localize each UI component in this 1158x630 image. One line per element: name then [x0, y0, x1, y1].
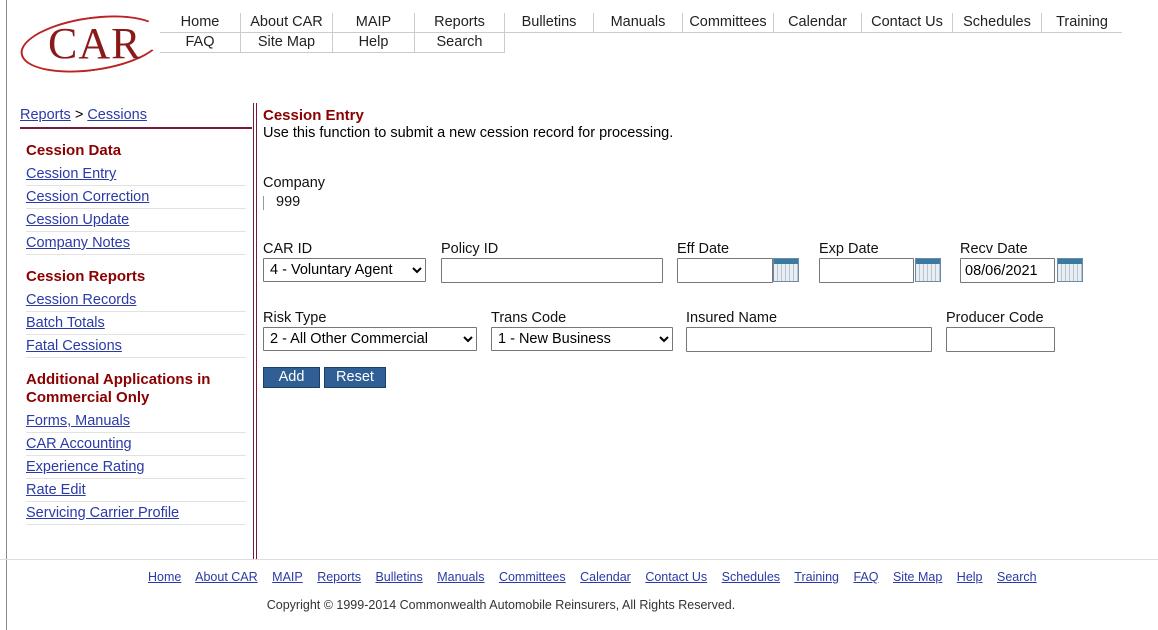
top-nav-row-1: Home About CAR MAIP Reports Bulletins Ma…	[160, 13, 1122, 33]
breadcrumb-separator: >	[74, 107, 84, 123]
breadcrumb: Reports > Cessions	[20, 107, 252, 129]
recv-date-input[interactable]	[960, 258, 1055, 283]
footer-link-calendar[interactable]: Calendar	[580, 570, 631, 584]
nav-schedules[interactable]: Schedules	[953, 13, 1042, 33]
nav-maip[interactable]: MAIP	[333, 13, 415, 33]
sidebar-item-forms-manuals[interactable]: Forms, Manuals	[26, 410, 246, 433]
eff-date-label: Eff Date	[677, 241, 730, 257]
eff-date-calendar-icon[interactable]	[773, 258, 799, 282]
nav-reports[interactable]: Reports	[415, 13, 505, 33]
sidebar-divider	[253, 103, 257, 559]
risk-type-label: Risk Type	[263, 310, 327, 326]
footer-link-home[interactable]: Home	[148, 570, 181, 584]
exp-date-calendar-icon[interactable]	[915, 258, 941, 282]
policy-id-label: Policy ID	[441, 241, 499, 257]
logo-text: CAR	[48, 19, 142, 68]
nav-help[interactable]: Help	[333, 33, 415, 53]
breadcrumb-reports[interactable]: Reports	[20, 107, 71, 123]
sidebar-item-cession-update[interactable]: Cession Update	[26, 209, 246, 232]
footer-link-reports[interactable]: Reports	[317, 570, 361, 584]
trans-code-select[interactable]: 1 - New Business	[491, 327, 673, 351]
nav-contact-us[interactable]: Contact Us	[862, 13, 953, 33]
sidebar-item-experience-rating[interactable]: Experience Rating	[26, 456, 246, 479]
footer-link-help[interactable]: Help	[957, 570, 983, 584]
policy-id-input[interactable]	[441, 258, 663, 283]
footer-copyright: Copyright © 1999-2014 Commonwealth Autom…	[266, 598, 736, 612]
company-label: Company	[263, 175, 326, 191]
nav-training[interactable]: Training	[1042, 13, 1122, 33]
sidebar-item-servicing-carrier-profile[interactable]: Servicing Carrier Profile	[26, 502, 246, 525]
trans-code-label: Trans Code	[491, 310, 567, 326]
nav-committees[interactable]: Committees	[683, 13, 774, 33]
footer-link-search[interactable]: Search	[997, 570, 1037, 584]
footer-link-bulletins[interactable]: Bulletins	[375, 570, 422, 584]
company-value: 999	[276, 194, 301, 210]
sidebar-item-cession-records[interactable]: Cession Records	[26, 289, 246, 312]
footer-link-manuals[interactable]: Manuals	[437, 570, 484, 584]
risk-type-select[interactable]: 2 - All Other Commercial	[263, 327, 477, 351]
recv-date-calendar-icon[interactable]	[1057, 258, 1083, 282]
sidebar-item-company-notes[interactable]: Company Notes	[26, 232, 246, 255]
footer-link-contact-us[interactable]: Contact Us	[645, 570, 707, 584]
footer-divider	[0, 559, 1158, 560]
footer-link-faq[interactable]: FAQ	[853, 570, 878, 584]
sidebar-section-additional-apps: Additional Applications in Commercial On…	[26, 371, 211, 406]
producer-code-input[interactable]	[946, 327, 1055, 352]
sidebar-item-car-accounting[interactable]: CAR Accounting	[26, 433, 246, 456]
nav-calendar[interactable]: Calendar	[774, 13, 862, 33]
insured-name-label: Insured Name	[686, 310, 778, 326]
page-description: Use this function to submit a new cessio…	[263, 125, 674, 141]
footer-link-committees[interactable]: Committees	[499, 570, 566, 584]
exp-date-label: Exp Date	[819, 241, 879, 257]
footer-link-schedules[interactable]: Schedules	[722, 570, 780, 584]
footer-link-training[interactable]: Training	[794, 570, 839, 584]
top-nav-row-2: FAQ Site Map Help Search	[160, 33, 1122, 53]
nav-home[interactable]: Home	[160, 13, 241, 33]
nav-bulletins[interactable]: Bulletins	[505, 13, 594, 33]
page-title: Cession Entry	[263, 107, 364, 124]
exp-date-input[interactable]	[819, 258, 914, 283]
sidebar-item-cession-entry[interactable]: Cession Entry	[26, 163, 246, 186]
main-content: Cession Entry Use this function to submi…	[263, 107, 673, 141]
top-nav: Home About CAR MAIP Reports Bulletins Ma…	[160, 13, 1122, 53]
producer-code-label: Producer Code	[946, 310, 1044, 326]
eff-date-input[interactable]	[677, 258, 773, 283]
recv-date-label: Recv Date	[960, 241, 1028, 257]
sidebar-item-rate-edit[interactable]: Rate Edit	[26, 479, 246, 502]
car-id-select[interactable]: 4 - Voluntary Agent	[263, 258, 426, 282]
sidebar-section-cession-data: Cession Data	[26, 142, 122, 159]
reset-button[interactable]: Reset	[324, 367, 386, 388]
footer-link-about-car[interactable]: About CAR	[195, 570, 258, 584]
sidebar-item-fatal-cessions[interactable]: Fatal Cessions	[26, 335, 246, 358]
add-button[interactable]: Add	[263, 367, 320, 388]
sidebar-item-batch-totals[interactable]: Batch Totals	[26, 312, 246, 335]
breadcrumb-cessions[interactable]: Cessions	[87, 107, 147, 123]
sidebar-item-cession-correction[interactable]: Cession Correction	[26, 186, 246, 209]
car-logo[interactable]: CAR	[16, 7, 170, 81]
sidebar: Reports > Cessions Cession Data Cession …	[20, 107, 252, 525]
nav-site-map[interactable]: Site Map	[241, 33, 333, 53]
nav-about-car[interactable]: About CAR	[241, 13, 333, 33]
sidebar-section-cession-reports: Cession Reports	[26, 268, 146, 285]
nav-faq[interactable]: FAQ	[160, 33, 241, 53]
nav-search[interactable]: Search	[415, 33, 505, 53]
footer-nav: Home About CAR MAIP Reports Bulletins Ma…	[148, 570, 1048, 584]
insured-name-input[interactable]	[686, 327, 932, 352]
company-marker	[263, 196, 264, 210]
car-id-label: CAR ID	[263, 241, 313, 257]
footer-link-maip[interactable]: MAIP	[272, 570, 303, 584]
nav-manuals[interactable]: Manuals	[594, 13, 683, 33]
footer-link-site-map[interactable]: Site Map	[893, 570, 942, 584]
